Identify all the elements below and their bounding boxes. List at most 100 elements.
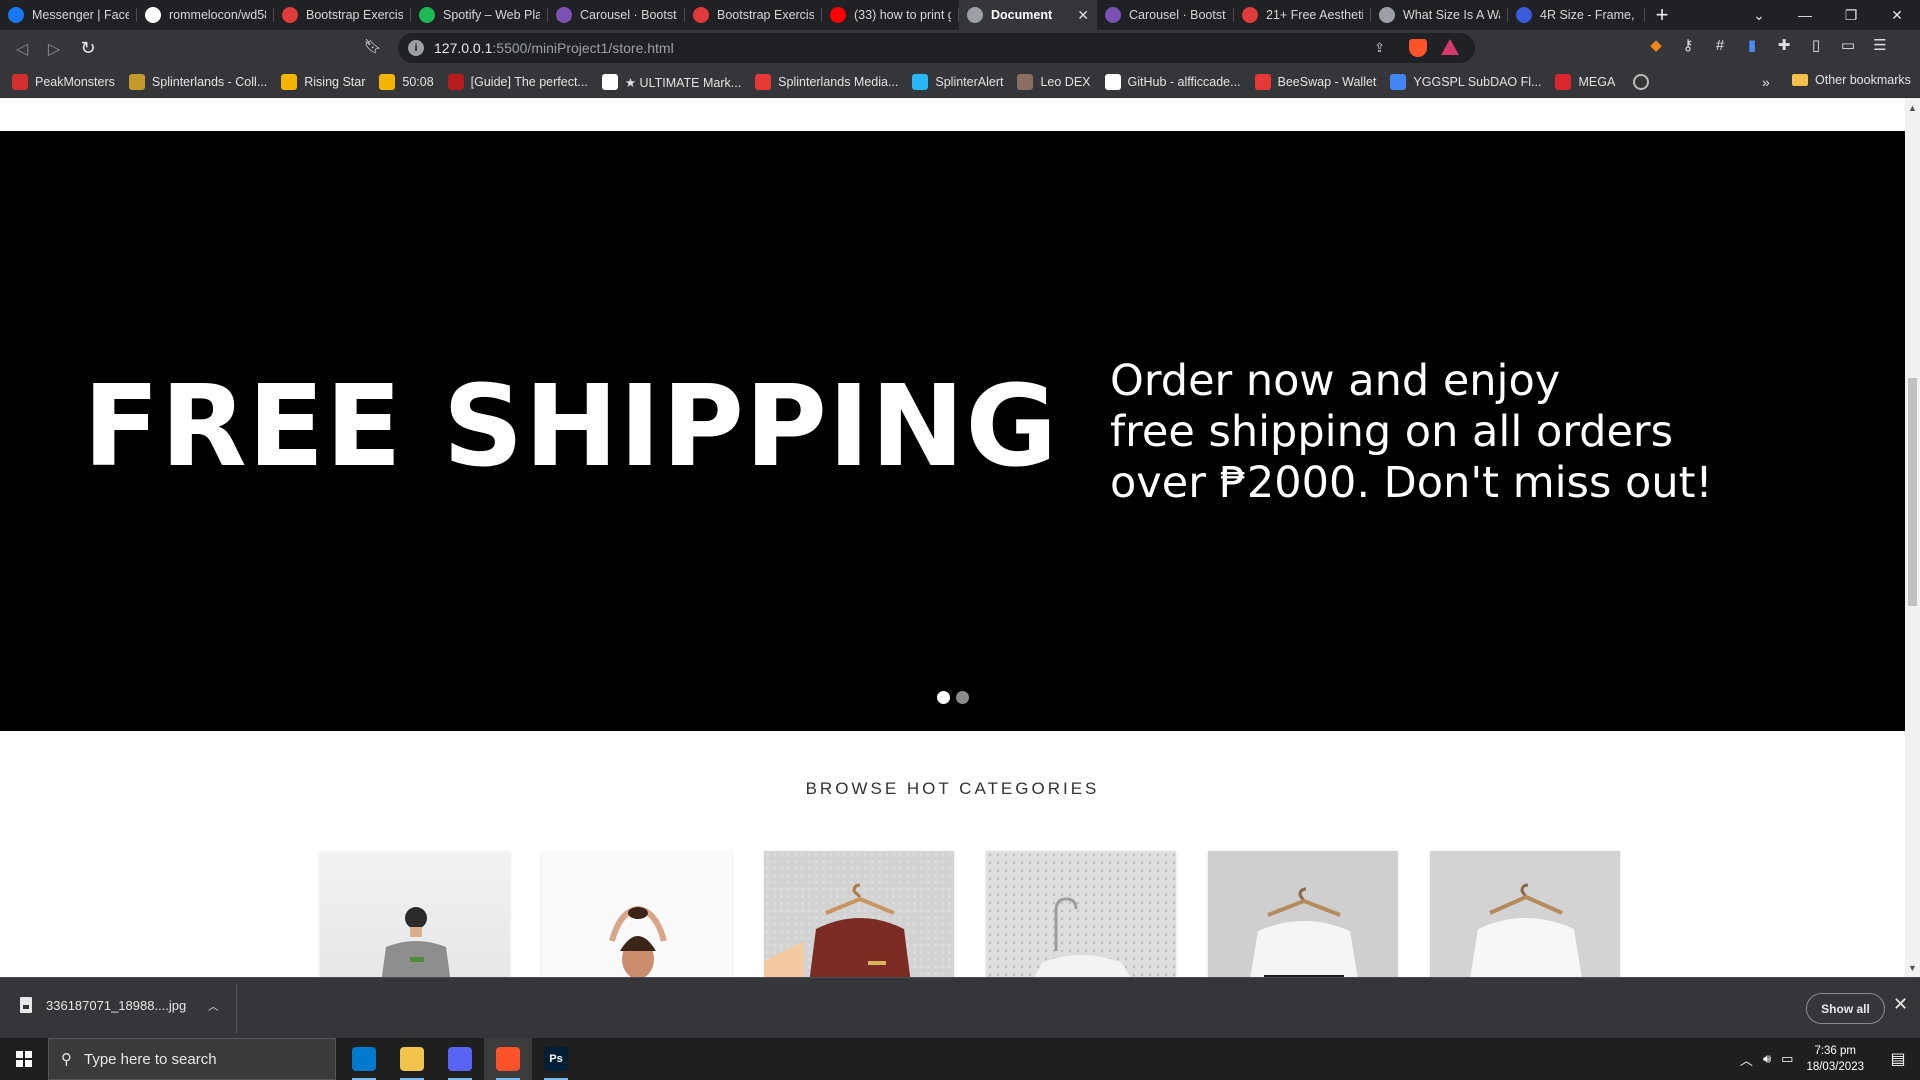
bookmark-item[interactable]: YGGSPL SubDAO Fl... bbox=[1390, 74, 1541, 90]
clock[interactable]: 7:36 pm 18/03/2023 bbox=[1806, 1043, 1864, 1075]
tab-title: Bootstrap Exercise bbox=[717, 8, 814, 22]
download-item[interactable]: 336187071_18988....jpg ︿ bbox=[20, 997, 218, 1013]
tab-3[interactable]: Bootstrap Exercise bbox=[274, 0, 411, 30]
category-card-1[interactable] bbox=[320, 851, 510, 977]
wallet-icon[interactable]: ▭ bbox=[1832, 36, 1864, 54]
forward-button[interactable]: ▷ bbox=[38, 39, 70, 59]
bitwarden-icon[interactable]: ▮ bbox=[1736, 36, 1768, 54]
close-icon[interactable]: ✕ bbox=[1893, 994, 1908, 1015]
hoodie-on-hanger-image bbox=[764, 883, 911, 977]
tab-10[interactable]: 21+ Free Aesthetic bbox=[1234, 0, 1371, 30]
tab-4[interactable]: Spotify – Web Player bbox=[411, 0, 548, 30]
guide-icon bbox=[447, 74, 464, 90]
bookmark-item[interactable]: Leo DEX bbox=[1017, 74, 1091, 90]
bookmark-page-icon[interactable]: 🔖︎ bbox=[364, 38, 382, 55]
bookmark-item[interactable]: Splinterlands - Coll... bbox=[128, 74, 267, 90]
network-icon[interactable]: ▭ bbox=[1781, 1051, 1793, 1067]
bookmark-item[interactable]: [Guide] The perfect... bbox=[447, 74, 588, 90]
taskbar-search[interactable]: ⚲ Type here to search bbox=[48, 1038, 336, 1080]
bookmark-list: PeakMonsters Splinterlands - Coll... Risin… bbox=[12, 74, 1629, 90]
taskbar-app-photoshop[interactable]: Ps bbox=[532, 1038, 580, 1080]
categories-heading: BROWSE HOT CATEGORIES bbox=[805, 779, 1100, 798]
bookmark-item[interactable]: PeakMonsters bbox=[12, 74, 115, 90]
tab-9[interactable]: Carousel · Bootstrap bbox=[1097, 0, 1234, 30]
folder-icon bbox=[1792, 74, 1808, 86]
reload-button[interactable]: ↻ bbox=[72, 38, 104, 59]
category-card-5[interactable] bbox=[1208, 851, 1398, 977]
scroll-up-arrow[interactable]: ▲ bbox=[1907, 103, 1918, 114]
tab-8[interactable]: Document ✕ bbox=[959, 0, 1097, 30]
tab-2[interactable]: rommelocon/wd58 bbox=[137, 0, 274, 30]
category-card-6[interactable] bbox=[1430, 851, 1620, 977]
bookmark-label: Rising Star bbox=[304, 75, 366, 89]
key-extension-icon[interactable]: ⚷ bbox=[1672, 36, 1704, 54]
tab-search-icon[interactable]: ⌄ bbox=[1736, 7, 1782, 24]
scroll-thumb[interactable] bbox=[1908, 378, 1917, 606]
share-icon[interactable]: ⇪ bbox=[1374, 40, 1385, 56]
taskbar-app-file-explorer[interactable] bbox=[388, 1038, 436, 1080]
chevron-up-icon[interactable]: ︿ bbox=[208, 998, 218, 1013]
url-host: 127.0.0.1 bbox=[434, 40, 493, 56]
minimize-button[interactable]: — bbox=[1782, 7, 1828, 23]
notifications-icon[interactable]: ▤ bbox=[1876, 1049, 1920, 1069]
volume-icon[interactable]: 🔊︎ bbox=[1763, 1051, 1771, 1067]
brave-shields-icon[interactable] bbox=[1409, 39, 1427, 57]
menu-icon[interactable]: ☰ bbox=[1864, 36, 1896, 54]
bookmark-item[interactable]: BeeSwap - Wallet bbox=[1254, 74, 1377, 90]
bookmark-item[interactable]: Rising Star bbox=[281, 74, 365, 90]
site-info-icon[interactable]: i bbox=[408, 40, 424, 56]
metro-sweatshirt-image bbox=[1250, 887, 1358, 977]
tab-12[interactable]: 4R Size - Frame, Ph bbox=[1508, 0, 1645, 30]
extensions-puzzle-icon[interactable]: ✚ bbox=[1768, 36, 1800, 54]
category-card-2[interactable] bbox=[542, 851, 732, 977]
show-hidden-icons[interactable]: ︿ bbox=[1740, 1050, 1753, 1069]
sidebar-icon[interactable]: ▯ bbox=[1800, 36, 1832, 54]
bookmark-label: BeeSwap - Wallet bbox=[1277, 75, 1377, 89]
close-window-button[interactable]: ✕ bbox=[1874, 7, 1920, 24]
start-button[interactable] bbox=[0, 1051, 48, 1067]
bookmark-label: MEGA bbox=[1578, 75, 1616, 89]
carousel-indicator-2[interactable] bbox=[956, 691, 969, 704]
white-tee-on-hanger-image bbox=[1034, 897, 1130, 977]
bookmark-label: 50:08 bbox=[402, 75, 434, 89]
other-bookmarks-folder[interactable]: Other bookmarks bbox=[1792, 73, 1911, 87]
tab-title: Document bbox=[991, 8, 1053, 22]
taskbar-app-discord[interactable] bbox=[436, 1038, 484, 1080]
tab-6[interactable]: Bootstrap Exercise bbox=[685, 0, 822, 30]
category-card-4[interactable] bbox=[986, 851, 1176, 977]
brave-rewards-icon[interactable] bbox=[1441, 39, 1459, 55]
docs-icon bbox=[1390, 74, 1407, 90]
show-all-button[interactable]: Show all bbox=[1806, 993, 1885, 1024]
taskbar-app-brave[interactable] bbox=[484, 1038, 532, 1080]
scroll-down-arrow[interactable]: ▼ bbox=[1907, 963, 1918, 974]
category-card-3[interactable] bbox=[764, 851, 954, 977]
bookmark-item[interactable]: SplinterAlert bbox=[912, 74, 1003, 90]
bookmark-item[interactable]: ★ ULTIMATE Mark... bbox=[601, 74, 741, 90]
bookmark-item[interactable]: GitHub - alfficcade... bbox=[1104, 74, 1241, 90]
address-bar[interactable]: i 127.0.0.1:5500/miniProject1/store.html… bbox=[398, 33, 1475, 63]
tab-7[interactable]: (33) how to print g bbox=[822, 0, 959, 30]
bookmark-item[interactable]: 50:08 bbox=[379, 74, 434, 90]
carousel-indicators bbox=[937, 691, 969, 704]
bookmark-item[interactable]: MEGA bbox=[1555, 74, 1615, 90]
globe-bookmark-icon[interactable] bbox=[1633, 74, 1650, 90]
tab-close-icon[interactable]: ✕ bbox=[1077, 7, 1089, 24]
hash-extension-icon[interactable]: # bbox=[1704, 37, 1736, 54]
more-bookmarks-icon[interactable]: » bbox=[1762, 74, 1770, 90]
page-scrollbar[interactable]: ▲ ▼ bbox=[1905, 98, 1920, 977]
tab-title: rommelocon/wd58 bbox=[169, 8, 266, 22]
tab-11[interactable]: What Size Is A Wall bbox=[1371, 0, 1508, 30]
tab-5[interactable]: Carousel · Bootstrap bbox=[548, 0, 685, 30]
back-button[interactable]: ◁ bbox=[6, 39, 38, 59]
taskbar-app-vscode[interactable] bbox=[340, 1038, 388, 1080]
metamask-icon[interactable]: ◆ bbox=[1640, 36, 1672, 54]
hero-carousel[interactable]: FREE SHIPPING Order now and enjoy free s… bbox=[0, 131, 1905, 731]
restore-button[interactable]: ❐ bbox=[1828, 7, 1874, 24]
man-in-tshirt-image bbox=[381, 907, 451, 977]
bookmark-item[interactable]: Splinterlands Media... bbox=[755, 74, 898, 90]
carousel-indicator-1[interactable] bbox=[937, 691, 950, 704]
tab-strip: Messenger | Facebook rommelocon/wd58 Boots… bbox=[0, 0, 1920, 30]
url-text[interactable]: 127.0.0.1:5500/miniProject1/store.html bbox=[434, 40, 674, 56]
tab-1[interactable]: Messenger | Facebook bbox=[0, 0, 137, 30]
new-tab-button[interactable]: + bbox=[1645, 0, 1679, 30]
